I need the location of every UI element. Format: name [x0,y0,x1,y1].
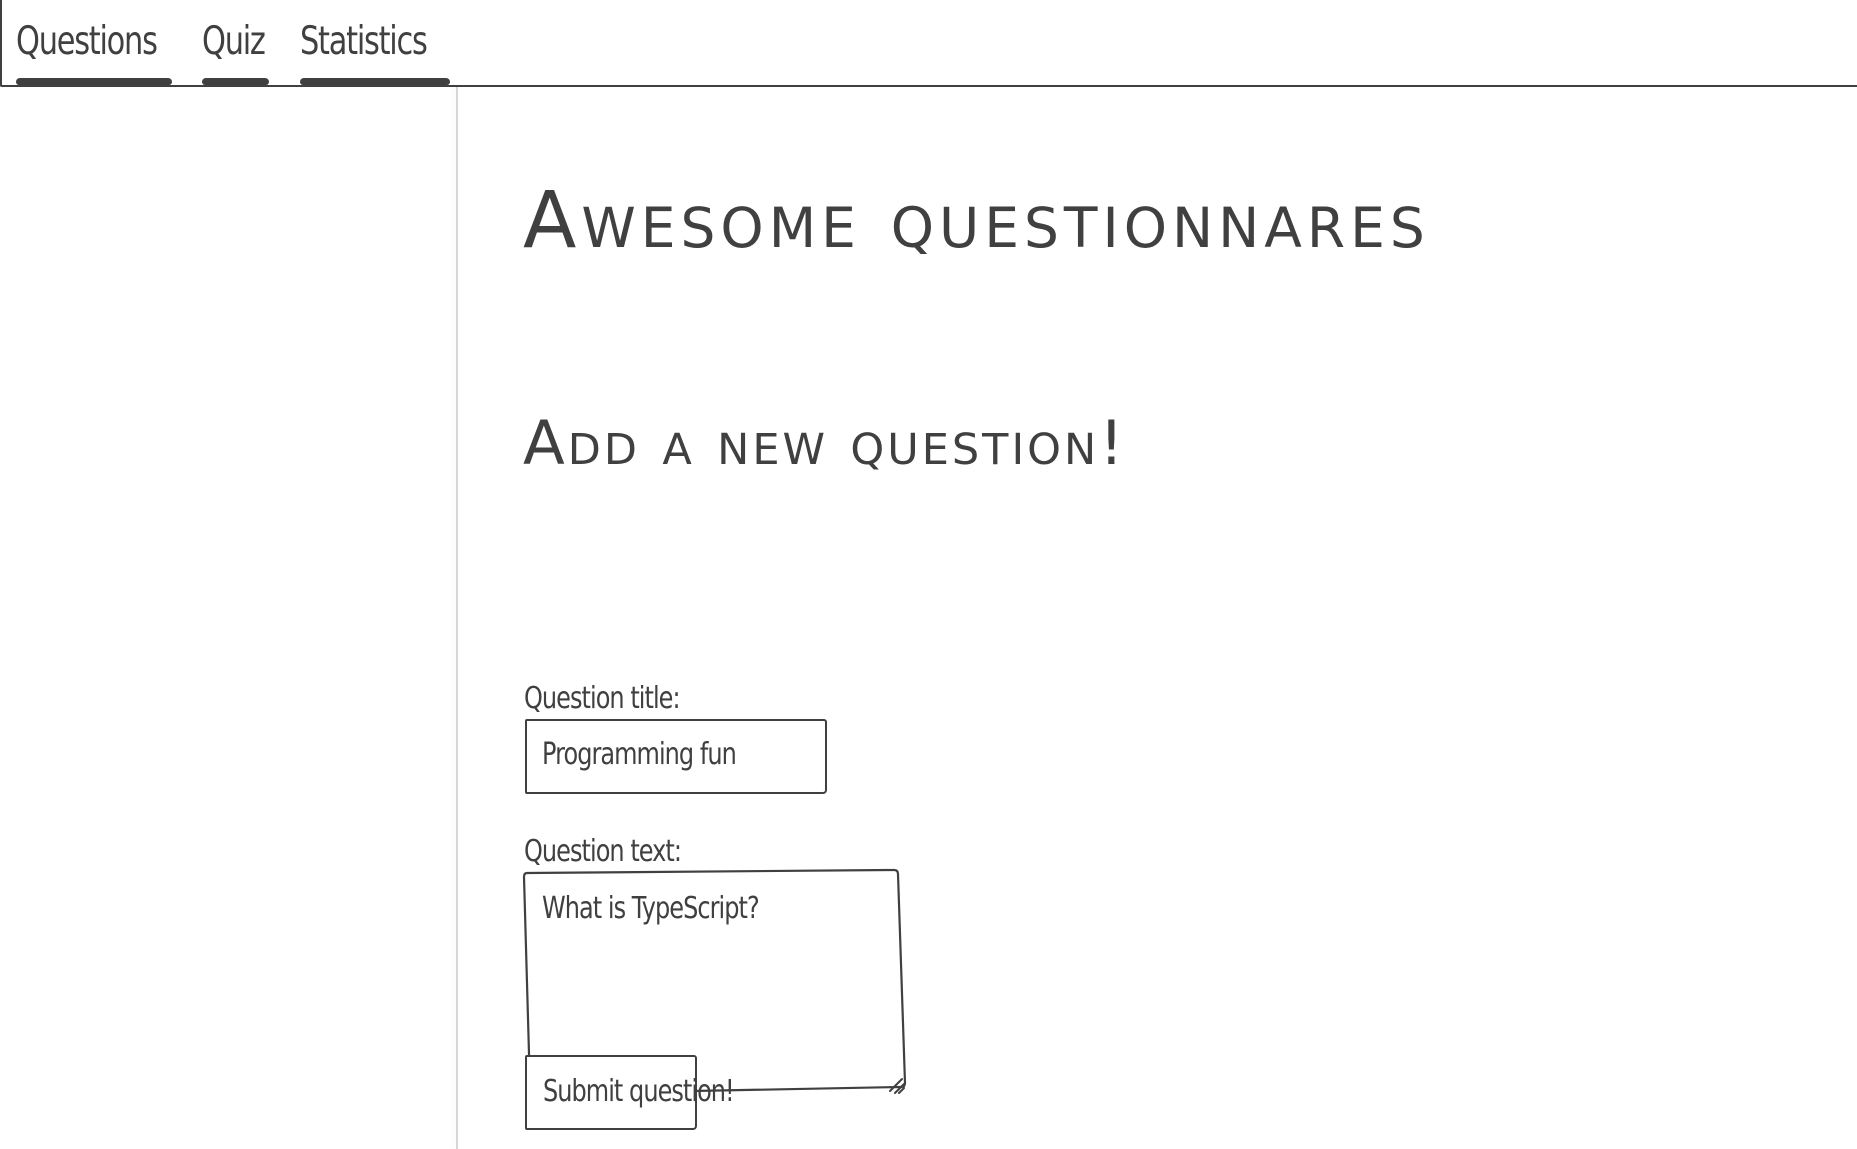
tab-questions-underline [16,78,172,85]
main-content: Awesome questionnares Add a new question… [458,87,1857,1149]
tab-quiz[interactable]: Quiz [202,22,266,61]
tab-statistics-underline [300,78,450,85]
question-title-label: Question title: [524,681,681,716]
sidebar [0,87,456,1149]
top-navigation: Questions Quiz Statistics [0,0,1857,87]
tab-statistics[interactable]: Statistics [300,22,428,61]
tab-questions[interactable]: Questions [16,22,158,61]
submit-question-label: Submit question! [543,1074,735,1109]
submit-question-button[interactable]: Submit question! [525,1055,735,1130]
tab-quiz-underline [202,78,269,85]
page-title: Awesome questionnares [523,176,1430,266]
question-text-label: Question text: [524,834,682,869]
section-heading: Add a new question! [523,408,1127,479]
question-title-input[interactable] [525,719,827,794]
